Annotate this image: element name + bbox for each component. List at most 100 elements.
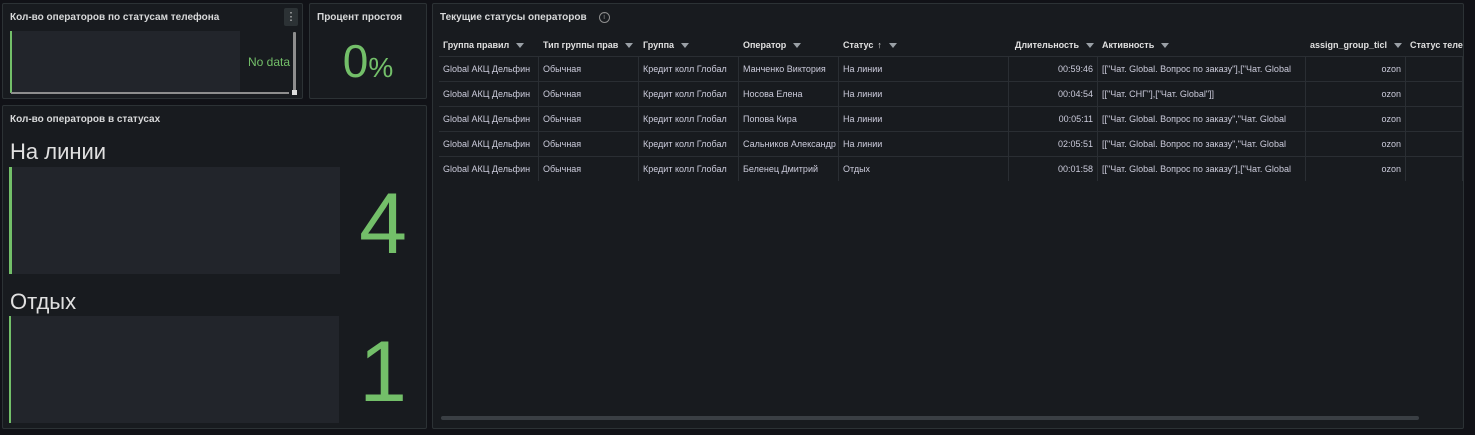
table-header: Группа правил Тип группы прав Группа Опе…	[439, 34, 1463, 56]
cell-group: Кредит колл Глобал	[639, 107, 739, 131]
panel-title: Кол-во операторов в статусах	[10, 114, 161, 125]
table-row[interactable]: Global АКЦ Дельфин Обычная Кредит колл Гло…	[439, 81, 1463, 106]
cell-duration: 00:04:54	[1009, 82, 1098, 106]
cell-rule-group: Global АКЦ Дельфин	[439, 57, 539, 81]
current-statuses-panel: Текущие статусы операторов i Группа прави…	[432, 3, 1464, 429]
table-row[interactable]: Global АКЦ Дельфин Обычная Кредит колл Гло…	[439, 56, 1463, 81]
phone-status-panel: Кол-во операторов по статусам телефона ⋮…	[2, 3, 303, 99]
status-label-rest: Отдых	[10, 289, 77, 314]
cell-operator: Сальников Александр	[739, 132, 839, 156]
filter-icon[interactable]	[681, 42, 690, 48]
cell-assign-group: ozon	[1306, 107, 1406, 131]
status-label-online: На линии	[10, 139, 107, 164]
column-label: Тип группы прав	[543, 40, 619, 50]
no-data-label: No data	[248, 55, 291, 69]
cell-operator: Попова Кира	[739, 107, 839, 131]
cell-assign-group: ozon	[1306, 82, 1406, 106]
column-label: assign_group_ticl	[1309, 40, 1387, 50]
column-label: Статус теле	[1410, 40, 1463, 50]
column-header-activity[interactable]: Активность	[1098, 34, 1306, 56]
idle-percent-stat: 0%	[310, 34, 426, 88]
cell-phone-status	[1406, 57, 1463, 81]
bar-gauge-area	[10, 31, 240, 93]
info-icon[interactable]: i	[598, 12, 610, 23]
cell-group-type: Обычная	[539, 57, 639, 81]
cell-phone-status	[1406, 82, 1463, 106]
column-header-group[interactable]: Группа	[639, 34, 739, 56]
column-label: Длительность	[1014, 40, 1079, 50]
cell-rule-group: Global АКЦ Дельфин	[439, 157, 539, 181]
cell-group: Кредит колл Глобал	[639, 132, 739, 156]
cell-group: Кредит колл Глобал	[639, 57, 739, 81]
panel-title: Текущие статусы операторов i	[440, 12, 610, 23]
cell-assign-group: ozon	[1306, 57, 1406, 81]
column-label: Группа правил	[443, 40, 510, 50]
filter-icon[interactable]	[793, 42, 802, 48]
status-value-rest: 1	[359, 324, 407, 420]
cell-status: На линии	[839, 107, 1009, 131]
table-row[interactable]: Global АКЦ Дельфин Обычная Кредит колл Гло…	[439, 156, 1463, 181]
cell-status: Отдых	[839, 157, 1009, 181]
cell-activity: [["Чат. Global. Вопрос по заказу","Чат. …	[1098, 132, 1306, 156]
table-row[interactable]: Global АКЦ Дельфин Обычная Кредит колл Гло…	[439, 131, 1463, 156]
cell-group-type: Обычная	[539, 107, 639, 131]
cell-activity: [["Чат. Global. Вопрос по заказу","Чат. …	[1098, 107, 1306, 131]
table-body: Global АКЦ Дельфин Обычная Кредит колл Гло…	[439, 56, 1463, 181]
cell-group-type: Обычная	[539, 82, 639, 106]
status-value-online: 4	[359, 176, 407, 272]
filter-icon[interactable]	[516, 42, 525, 48]
column-header-assign-group[interactable]: assign_group_ticl	[1306, 34, 1406, 56]
status-bar-rest	[9, 316, 339, 423]
column-label: Статус	[843, 40, 874, 50]
column-label: Оператор	[743, 40, 787, 50]
cell-phone-status	[1406, 107, 1463, 131]
idle-percent-unit: %	[368, 52, 394, 83]
horizontal-scrollbar[interactable]	[11, 92, 289, 94]
cell-activity: [["Чат. Global. Вопрос по заказу"],["Чат…	[1098, 157, 1306, 181]
horizontal-scrollbar[interactable]	[441, 416, 1419, 420]
filter-icon[interactable]	[1086, 42, 1094, 48]
cell-operator: Беленец Дмитрий	[739, 157, 839, 181]
panel-title: Процент простоя	[317, 12, 403, 23]
cell-assign-group: ozon	[1306, 157, 1406, 181]
panel-menu-icon[interactable]: ⋮	[284, 8, 298, 26]
cell-rule-group: Global АКЦ Дельфин	[439, 82, 539, 106]
column-header-duration[interactable]: Длительность	[1009, 34, 1098, 56]
column-header-phone-status[interactable]: Статус теле	[1406, 34, 1463, 56]
idle-percent-value: 0	[342, 35, 369, 87]
cell-phone-status	[1406, 132, 1463, 156]
column-header-operator[interactable]: Оператор	[739, 34, 839, 56]
cell-duration: 00:59:46	[1009, 57, 1098, 81]
filter-icon[interactable]	[1394, 42, 1402, 48]
cell-assign-group: ozon	[1306, 132, 1406, 156]
idle-percent-panel: Процент простоя 0%	[309, 3, 427, 99]
cell-operator: Манченко Виктория	[739, 57, 839, 81]
cell-activity: [["Чат. СНГ"],["Чат. Global"]]	[1098, 82, 1306, 106]
cell-status: На линии	[839, 132, 1009, 156]
filter-icon[interactable]	[888, 42, 897, 48]
column-header-group-type[interactable]: Тип группы прав	[539, 34, 639, 56]
cell-group-type: Обычная	[539, 132, 639, 156]
cell-group: Кредит колл Глобал	[639, 82, 739, 106]
column-header-status[interactable]: Статус ↑	[839, 34, 1009, 56]
vertical-scrollbar[interactable]	[293, 32, 296, 92]
column-header-rule-group[interactable]: Группа правил	[439, 34, 539, 56]
sort-asc-icon[interactable]: ↑	[877, 40, 882, 50]
cell-status: На линии	[839, 57, 1009, 81]
cell-duration: 00:01:58	[1009, 157, 1098, 181]
filter-icon[interactable]	[625, 42, 634, 48]
cell-duration: 02:05:51	[1009, 132, 1098, 156]
statuses-table: Группа правил Тип группы прав Группа Опе…	[439, 34, 1463, 181]
cell-duration: 00:05:11	[1009, 107, 1098, 131]
cell-status: На линии	[839, 82, 1009, 106]
cell-phone-status	[1406, 157, 1463, 181]
cell-rule-group: Global АКЦ Дельфин	[439, 132, 539, 156]
cell-rule-group: Global АКЦ Дельфин	[439, 107, 539, 131]
status-bar-online	[9, 167, 340, 274]
table-row[interactable]: Global АКЦ Дельфин Обычная Кредит колл Гло…	[439, 106, 1463, 131]
panel-title-text: Текущие статусы операторов	[440, 12, 587, 24]
column-label: Активность	[1102, 40, 1155, 50]
panel-title: Кол-во операторов по статусам телефона	[10, 12, 220, 23]
cell-group: Кредит колл Глобал	[639, 157, 739, 181]
filter-icon[interactable]	[1161, 42, 1170, 48]
